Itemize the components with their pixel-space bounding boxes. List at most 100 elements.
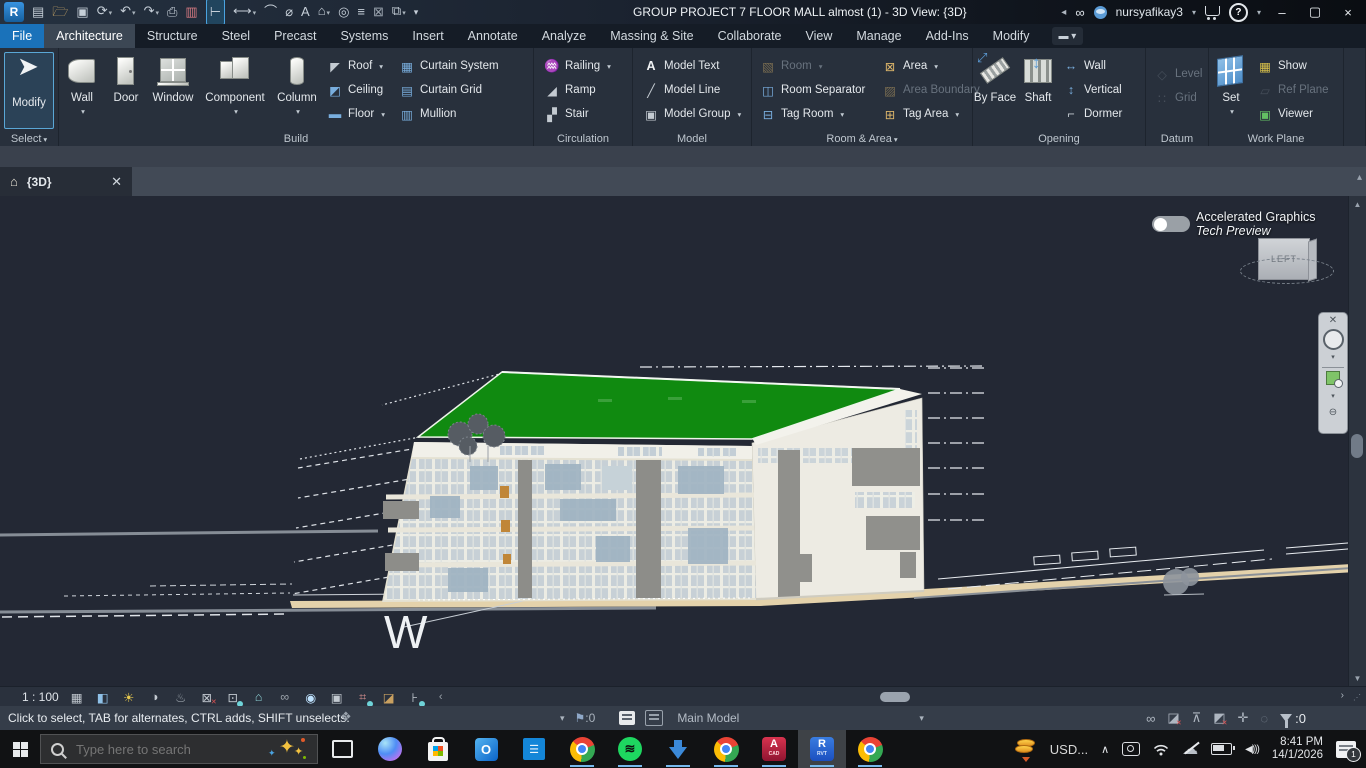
search-collapse-icon[interactable]: ◂ xyxy=(1061,7,1066,18)
scroll-right-icon[interactable]: › xyxy=(1341,690,1344,701)
sync-icon[interactable]: ⟳▾ xyxy=(97,0,112,26)
section-icon[interactable]: ◎ xyxy=(338,0,349,24)
select-panel-label[interactable]: Select▾ xyxy=(0,133,58,145)
close-hidden-windows-icon[interactable]: ⊠ xyxy=(373,0,384,24)
tab-massing-site[interactable]: Massing & Site xyxy=(598,24,705,48)
tab-steel[interactable]: Steel xyxy=(210,24,263,48)
temporary-view-properties-icon[interactable]: ▣ xyxy=(329,689,345,705)
vertical-opening-button[interactable]: ↕Vertical xyxy=(1059,78,1137,102)
currency-widget-label[interactable]: USD... xyxy=(1050,742,1088,757)
tag-area-button[interactable]: ⊞Tag Area▾ xyxy=(878,102,974,126)
tray-expand-icon[interactable]: ∧ xyxy=(1101,743,1109,756)
view-cube-compass[interactable] xyxy=(1240,258,1334,284)
viewer-button[interactable]: ▣Viewer xyxy=(1253,102,1331,126)
roof-button[interactable]: ◤Roof▾ xyxy=(323,54,395,78)
mullion-button[interactable]: ▥Mullion xyxy=(395,102,503,126)
select-links-icon[interactable]: ∞ xyxy=(1146,711,1155,726)
room-separator-button[interactable]: ◫Room Separator xyxy=(756,78,878,102)
vertical-scrollbar[interactable]: ▲ ▼ xyxy=(1348,196,1366,686)
tab-systems[interactable]: Systems xyxy=(328,24,400,48)
search-binoculars-icon[interactable]: ∞ xyxy=(1075,5,1084,20)
3d-model-view[interactable]: W xyxy=(0,196,1366,686)
start-button[interactable] xyxy=(0,730,40,768)
datum-panel-label[interactable]: Datum xyxy=(1146,133,1208,145)
steering-wheel-icon[interactable] xyxy=(1323,329,1344,350)
build-panel-label[interactable]: Build xyxy=(59,133,533,145)
help-menu-chevron-icon[interactable]: ▾ xyxy=(1257,8,1261,17)
reveal-hidden-elements-icon[interactable]: ◉ xyxy=(303,689,319,705)
select-pinned-elements-icon[interactable]: ⊼ xyxy=(1192,710,1202,726)
tab-view[interactable]: View xyxy=(794,24,845,48)
model-panel-label[interactable]: Model xyxy=(633,133,751,145)
undo-icon[interactable]: ↶▾ xyxy=(120,0,135,26)
west-elevation-label[interactable]: W xyxy=(384,606,428,658)
tab-precast[interactable]: Precast xyxy=(262,24,328,48)
tag-icon[interactable]: ⌀ xyxy=(285,0,293,24)
navbar-close-icon[interactable]: ✕ xyxy=(1329,315,1337,327)
set-work-plane-button[interactable]: Set▾ xyxy=(1209,48,1253,118)
minimize-button[interactable]: – xyxy=(1270,1,1294,23)
scroll-down-icon[interactable]: ▼ xyxy=(1349,670,1366,686)
shadows-icon[interactable]: ◑ xyxy=(147,689,163,705)
notification-center-icon[interactable]: 1 xyxy=(1336,741,1356,758)
autocad-button[interactable]: ACAD xyxy=(750,730,798,768)
area-button[interactable]: ⊠Area▾ xyxy=(878,54,974,78)
stair-button[interactable]: ▞Stair xyxy=(540,102,632,126)
mall-building-model[interactable] xyxy=(382,372,1204,602)
temporary-hide-isolate-icon[interactable]: ∞ xyxy=(277,689,293,705)
window-button[interactable]: Window xyxy=(147,48,199,105)
railing-button[interactable]: ♒Railing▾ xyxy=(540,54,632,78)
home-icon[interactable]: ⌂ xyxy=(10,174,18,189)
default-3d-view-icon[interactable]: ⌂▾ xyxy=(318,0,330,26)
copilot-button[interactable] xyxy=(366,730,414,768)
select-elements-by-face-icon[interactable]: ◩✕ xyxy=(1213,710,1225,726)
view-bar-collapse-icon[interactable]: ‹ xyxy=(433,689,449,705)
outlook-button[interactable]: O xyxy=(462,730,510,768)
tab-file[interactable]: File xyxy=(0,24,44,48)
save-icon[interactable]: ▣ xyxy=(76,0,88,24)
shaft-button[interactable]: ↕ Shaft xyxy=(1017,48,1059,105)
currency-widget-icon[interactable] xyxy=(1015,739,1037,759)
tab-insert[interactable]: Insert xyxy=(400,24,455,48)
clock[interactable]: 8:41 PM 14/1/2026 xyxy=(1272,736,1323,762)
drag-elements-on-selection-icon[interactable]: ✛ xyxy=(1238,710,1249,726)
render-icon[interactable]: ♨ xyxy=(173,689,189,705)
ribbon-display-toggle[interactable]: ▬ ▾ xyxy=(1052,27,1084,45)
component-button[interactable]: Component▾ xyxy=(199,48,271,118)
locked-3d-view-icon[interactable]: ⌂ xyxy=(251,689,267,705)
curtain-grid-button[interactable]: ▤Curtain Grid xyxy=(395,78,503,102)
navbar-options-icon[interactable]: ⊖ xyxy=(1329,407,1337,419)
view-tab-3d[interactable]: ⌂ {3D} ✕ xyxy=(0,167,132,196)
dormer-button[interactable]: ⌐Dormer xyxy=(1059,102,1137,126)
chrome-button-1[interactable] xyxy=(558,730,606,768)
portal-app-button[interactable]: ☰ xyxy=(510,730,558,768)
drawing-area[interactable]: W Accelerated Graphics Tech Preview LEFT… xyxy=(0,196,1366,686)
worksets-chevron-icon[interactable]: ▾ xyxy=(560,713,565,724)
aligned-dimension-icon[interactable]: ⟷▾ xyxy=(233,0,256,26)
sun-path-icon[interactable]: ☀ xyxy=(121,689,137,705)
microsoft-store-button[interactable] xyxy=(414,730,462,768)
scroll-up-icon[interactable]: ▲ xyxy=(1349,196,1366,212)
modify-button[interactable]: ➤ Modify xyxy=(4,52,54,129)
view-tab-close-icon[interactable]: ✕ xyxy=(111,174,122,190)
wall-opening-button[interactable]: ↔Wall xyxy=(1059,54,1137,78)
tab-bar-scroll-icon[interactable]: ▴ xyxy=(1357,172,1362,183)
open-file-icon[interactable]: 🗁 xyxy=(52,0,68,24)
circulation-panel-label[interactable]: Circulation xyxy=(534,133,632,145)
tab-modify[interactable]: Modify xyxy=(981,24,1042,48)
taskbar-search[interactable]: ✦✦✦ xyxy=(40,734,318,764)
active-design-option-icon[interactable] xyxy=(619,711,635,725)
column-button[interactable]: Column▾ xyxy=(271,48,323,118)
resize-grip[interactable]: ⋰ xyxy=(1353,693,1362,702)
floor-button[interactable]: ▬Floor▾ xyxy=(323,102,395,126)
battery-icon[interactable] xyxy=(1211,743,1232,755)
wifi-icon[interactable] xyxy=(1153,743,1169,756)
select-underlay-elements-icon[interactable]: ◪✕ xyxy=(1167,710,1179,726)
print-icon[interactable]: ⎙ xyxy=(167,0,177,24)
chrome-button-3[interactable] xyxy=(846,730,894,768)
zoom-menu-icon[interactable]: ▾ xyxy=(1331,391,1335,403)
analytical-model-icon[interactable]: ⌗ xyxy=(355,689,371,705)
export-icon[interactable]: ▥ xyxy=(185,0,197,24)
meet-now-icon[interactable] xyxy=(1122,742,1140,756)
app-store-cart-icon[interactable] xyxy=(1205,6,1220,16)
